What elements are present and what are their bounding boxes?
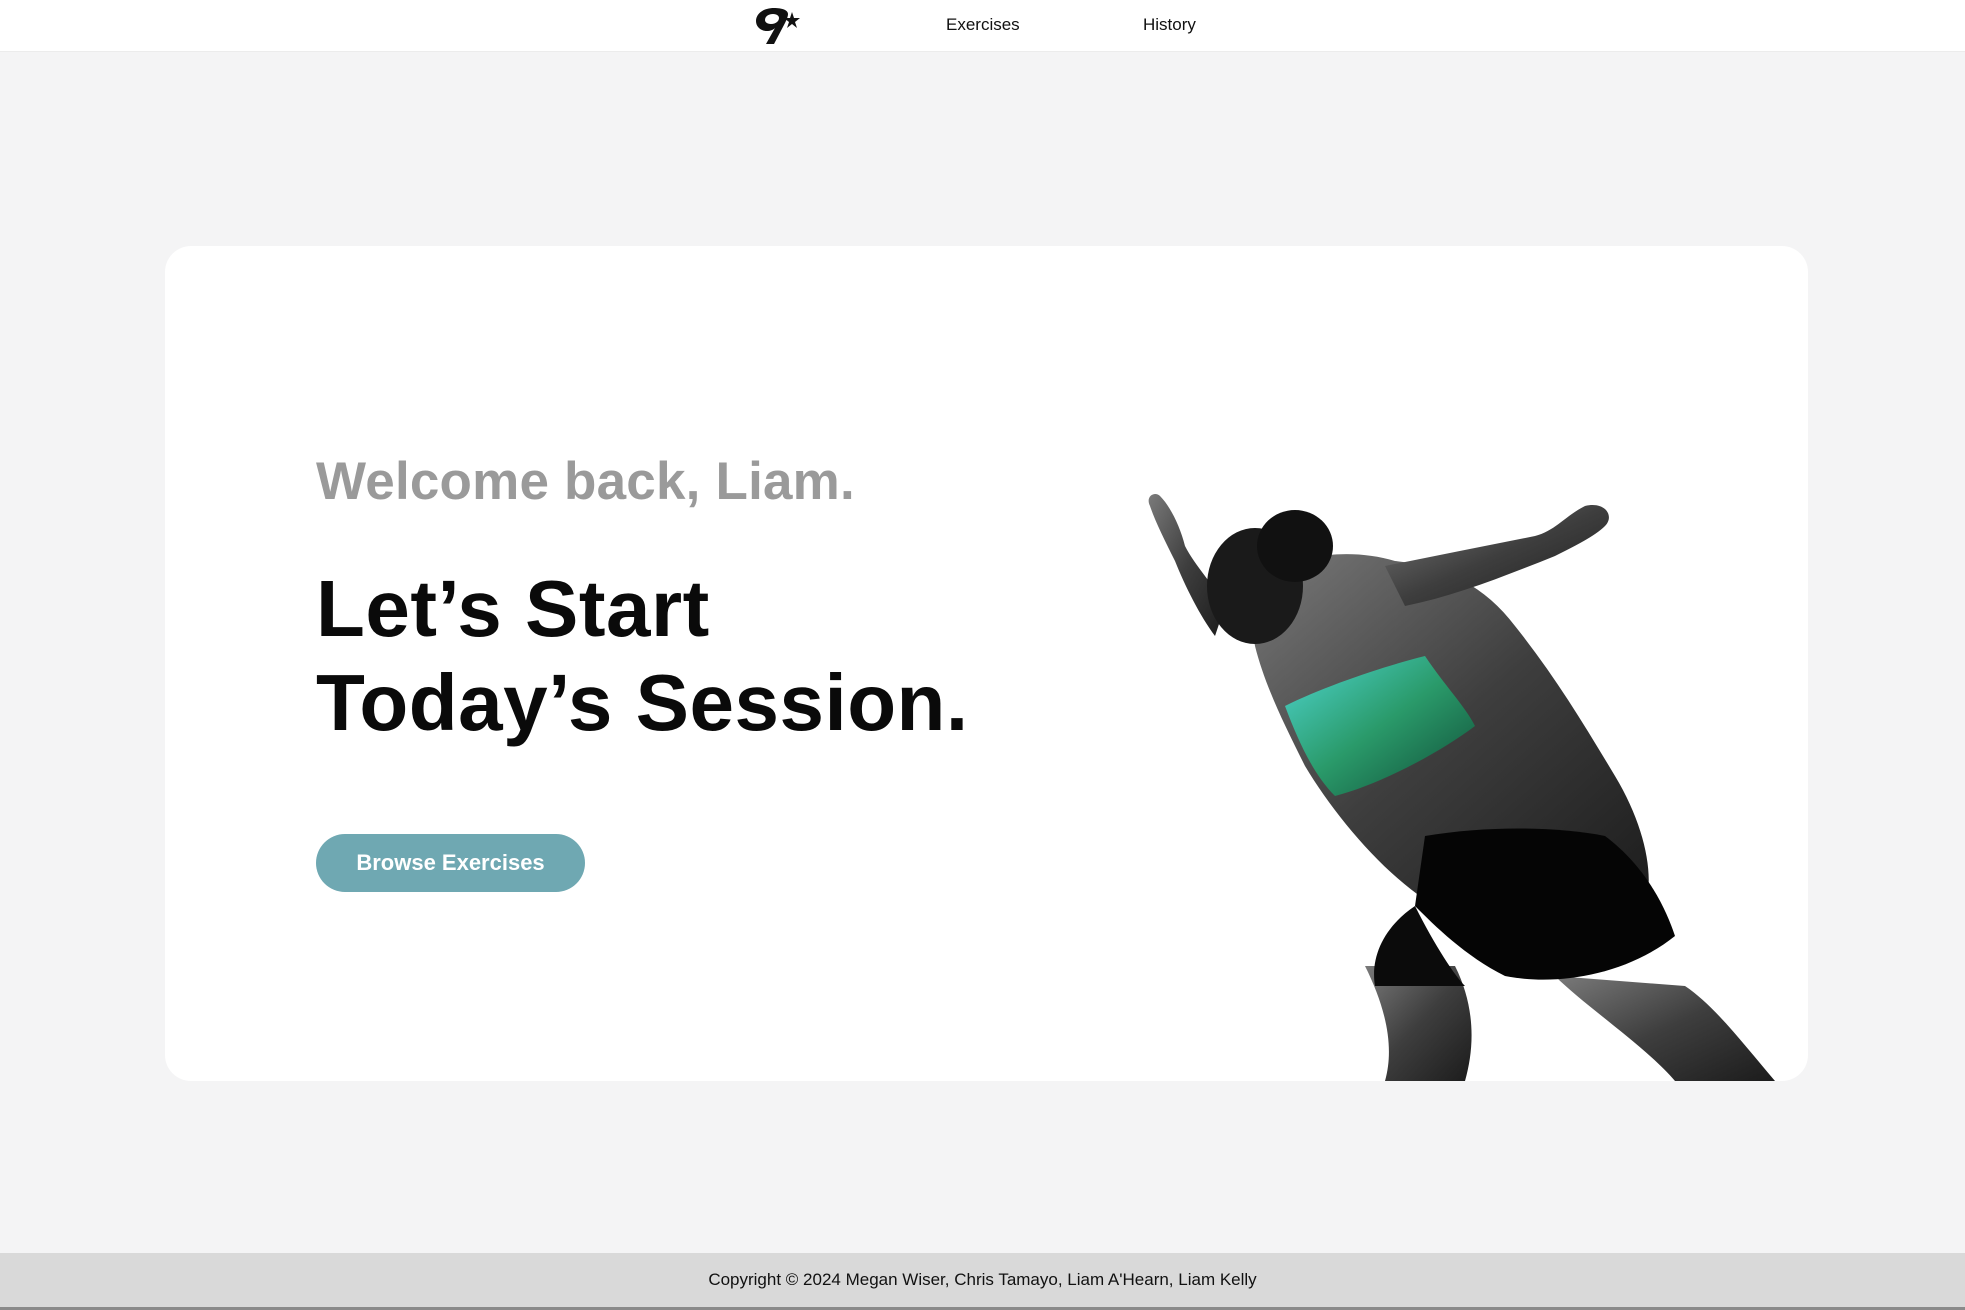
logo-icon[interactable]	[752, 4, 804, 46]
page-footer: Copyright © 2024 Megan Wiser, Chris Tama…	[0, 1253, 1965, 1310]
top-nav-bar: Exercises History	[0, 0, 1965, 52]
headline-line-1: Let’s Start	[316, 564, 710, 653]
nav-history-link[interactable]: History	[1143, 14, 1196, 36]
hero-card: Welcome back, Liam. Let’s Start Today’s …	[165, 246, 1808, 1081]
hero-headline: Let’s Start Today’s Session.	[316, 562, 969, 750]
nav-exercises-link[interactable]: Exercises	[946, 14, 1020, 36]
welcome-message: Welcome back, Liam.	[316, 452, 855, 511]
headline-line-2: Today’s Session.	[316, 658, 969, 747]
browse-exercises-button[interactable]: Browse Exercises	[316, 834, 585, 892]
sprinter-athlete-image	[1148, 494, 1775, 1081]
copyright-text: Copyright © 2024 Megan Wiser, Chris Tama…	[708, 1270, 1257, 1289]
